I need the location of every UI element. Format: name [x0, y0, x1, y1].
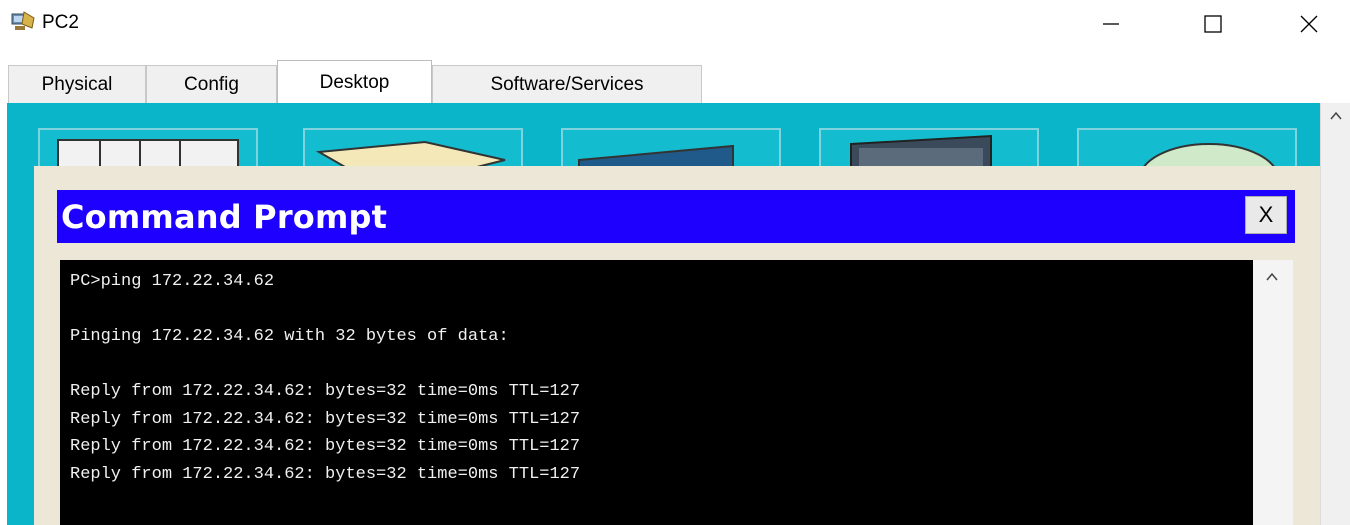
maximize-button[interactable]	[1190, 4, 1236, 44]
command-prompt-close-button[interactable]: X	[1245, 196, 1287, 234]
console-output[interactable]: PC>ping 172.22.34.62 Pinging 172.22.34.6…	[60, 260, 1253, 525]
console-scrollbar[interactable]	[1253, 260, 1293, 525]
tab-desktop[interactable]: Desktop	[277, 60, 432, 104]
command-prompt-header: Command Prompt X	[57, 190, 1295, 243]
minimize-icon	[1103, 23, 1119, 25]
pc-device-icon	[10, 10, 36, 34]
close-icon	[1300, 15, 1318, 33]
console-line: PC>ping 172.22.34.62	[70, 272, 275, 291]
tab-software-services[interactable]: Software/Services	[432, 65, 702, 103]
console-scroll-up-icon[interactable]	[1265, 270, 1279, 289]
desktop-scrollbar[interactable]	[1320, 103, 1350, 525]
minimize-button[interactable]	[1088, 4, 1134, 44]
command-prompt-title: Command Prompt	[61, 198, 388, 236]
console-line: Reply from 172.22.34.62: bytes=32 time=0…	[70, 382, 581, 401]
console-line: Reply from 172.22.34.62: bytes=32 time=0…	[70, 437, 581, 456]
window-title: PC2	[42, 12, 79, 33]
command-prompt-window: Command Prompt X PC>ping 172.22.34.62 Pi…	[34, 166, 1320, 525]
console-text: PC>ping 172.22.34.62 Pinging 172.22.34.6…	[60, 260, 1253, 496]
tab-config[interactable]: Config	[146, 65, 277, 103]
maximize-icon	[1204, 15, 1222, 33]
console-line: Pinging 172.22.34.62 with 32 bytes of da…	[70, 327, 509, 346]
close-button[interactable]	[1286, 4, 1332, 44]
console-line: Reply from 172.22.34.62: bytes=32 time=0…	[70, 409, 581, 429]
tab-physical[interactable]: Physical	[8, 65, 146, 103]
window-title-bar: PC2	[0, 0, 1350, 52]
console-line: Reply from 172.22.34.62: bytes=32 time=0…	[70, 464, 581, 484]
scroll-up-icon[interactable]	[1321, 109, 1350, 129]
tab-strip: Physical Config Desktop Software/Service…	[0, 60, 1350, 104]
